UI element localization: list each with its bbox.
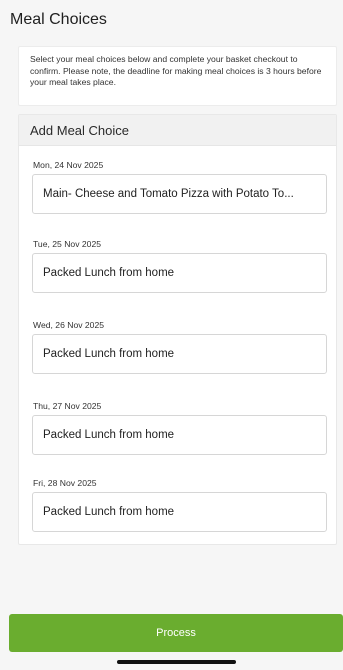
day-date-label: Tue, 25 Nov 2025 bbox=[33, 239, 101, 249]
meal-select-wednesday[interactable]: Packed Lunch from home bbox=[32, 334, 327, 374]
meal-select-friday[interactable]: Packed Lunch from home bbox=[32, 492, 327, 532]
meal-choices-screen: Meal Choices Select your meal choices be… bbox=[0, 0, 343, 670]
meal-select-monday[interactable]: Main- Cheese and Tomato Pizza with Potat… bbox=[32, 174, 327, 214]
info-text: Select your meal choices below and compl… bbox=[30, 54, 322, 87]
meal-select-value: Packed Lunch from home bbox=[43, 429, 175, 441]
home-indicator bbox=[117, 660, 236, 664]
info-card: Select your meal choices below and compl… bbox=[18, 46, 337, 106]
day-date-label: Wed, 26 Nov 2025 bbox=[33, 320, 105, 330]
meal-select-value: Packed Lunch from home bbox=[43, 348, 175, 360]
add-meal-choice-card: Add Meal Choice Mon, 24 Nov 2025 Main- C… bbox=[18, 114, 337, 545]
meal-select-tuesday[interactable]: Packed Lunch from home bbox=[32, 253, 327, 293]
process-button[interactable]: Process bbox=[9, 614, 343, 652]
page-title: Meal Choices bbox=[10, 11, 107, 28]
day-date-label: Thu, 27 Nov 2025 bbox=[33, 401, 102, 411]
day-date-label: Fri, 28 Nov 2025 bbox=[33, 478, 97, 488]
meal-select-value: Packed Lunch from home bbox=[43, 267, 175, 279]
card-header: Add Meal Choice bbox=[19, 115, 336, 146]
meal-select-value: Main- Cheese and Tomato Pizza with Potat… bbox=[43, 188, 294, 200]
day-date-label: Mon, 24 Nov 2025 bbox=[33, 160, 104, 170]
meal-select-thursday[interactable]: Packed Lunch from home bbox=[32, 415, 327, 455]
meal-select-value: Packed Lunch from home bbox=[43, 506, 175, 518]
